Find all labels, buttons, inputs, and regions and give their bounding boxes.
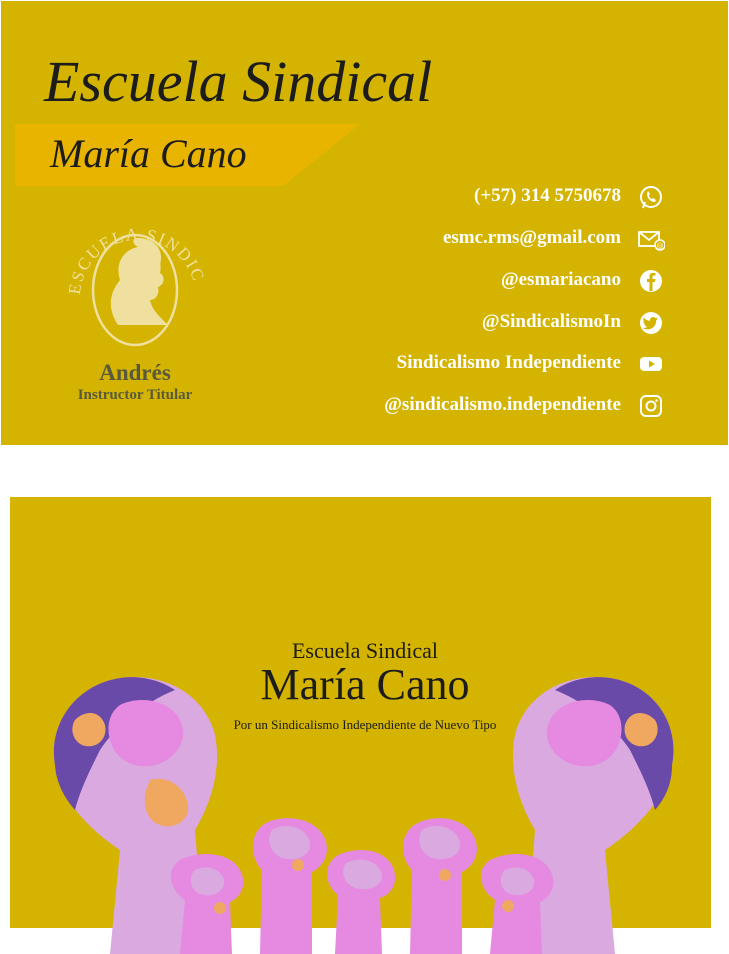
youtube-icon [640,357,662,371]
contact-twitter[interactable]: @SindicalismoIn [482,311,621,339]
contact-phone[interactable]: (+57) 314 5750678 [474,185,621,213]
whatsapp-icon [640,186,662,209]
contact-youtube[interactable]: Sindicalismo Independiente [397,352,621,380]
contact-email[interactable]: esmc.rms@gmail.com [443,227,621,255]
email-icon: @ [638,231,665,251]
instagram-icon [640,395,662,417]
facebook-icon [640,270,662,292]
raised-fists-illustration [53,677,674,954]
front-subtitle: María Cano [50,131,247,176]
person-name: Andrés [99,360,171,385]
person-role: Instructor Titular [77,387,193,403]
svg-text:@: @ [657,242,664,250]
small-fist-4 [402,818,477,954]
school-logo: ESCUELA SINDICAL [60,205,206,347]
front-title: Escuela Sindical [44,49,433,114]
small-fist-3 [327,850,396,954]
contact-instagram[interactable]: @sindicalismo.independiente [384,394,621,422]
small-fist-2 [252,818,327,954]
contact-facebook[interactable]: @esmariacano [501,269,621,297]
twitter-icon [640,312,662,334]
